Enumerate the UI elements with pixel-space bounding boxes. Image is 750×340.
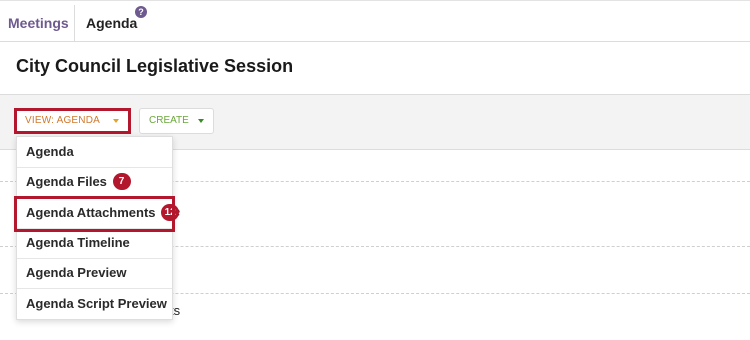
menu-item-agenda[interactable]: Agenda: [17, 137, 172, 168]
caret-down-icon: [113, 119, 119, 123]
menu-item-label: Agenda Timeline: [26, 235, 130, 250]
count-badge: 7: [112, 173, 131, 191]
top-tab-bar: Meetings Agenda ?: [0, 0, 750, 42]
menu-item-agenda-preview[interactable]: Agenda Preview: [17, 258, 172, 289]
menu-item-agenda-timeline[interactable]: Agenda Timeline: [17, 228, 172, 259]
tab-agenda[interactable]: Agenda: [76, 5, 137, 42]
create-button[interactable]: CREATE: [139, 108, 214, 134]
view-agenda-label: VIEW: AGENDA: [25, 115, 101, 126]
menu-item-label: Agenda: [26, 144, 74, 159]
highlight-outline: [14, 196, 175, 232]
menu-item-agenda-files[interactable]: Agenda Files 7: [17, 167, 172, 198]
help-icon[interactable]: ?: [135, 6, 147, 18]
caret-down-icon: [198, 119, 204, 123]
page-title: City Council Legislative Session: [16, 56, 294, 76]
view-agenda-button[interactable]: VIEW: AGENDA: [14, 108, 131, 134]
menu-item-label: Agenda Preview: [26, 265, 127, 280]
tab-meetings[interactable]: Meetings: [0, 5, 75, 42]
menu-item-label: Agenda Files: [26, 174, 107, 189]
title-bar: City Council Legislative Session: [0, 42, 750, 95]
menu-item-label: Agenda Script Preview: [26, 296, 167, 311]
create-label: CREATE: [149, 115, 189, 126]
menu-item-agenda-script-preview[interactable]: Agenda Script Preview: [17, 289, 172, 320]
